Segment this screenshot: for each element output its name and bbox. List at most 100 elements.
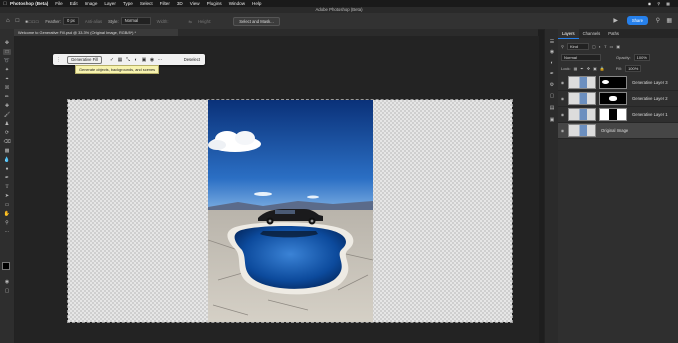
marquee-tool-icon[interactable]: □	[3, 49, 11, 55]
layer-row-generative-2[interactable]: ◉ Generative Layer 2	[558, 91, 678, 107]
crop-tool-icon[interactable]: ⌖	[3, 76, 11, 82]
zoom-tool-icon[interactable]: ⚲	[3, 220, 11, 226]
menu-view[interactable]: View	[190, 1, 200, 6]
quick-mask-icon[interactable]: ◉	[3, 279, 11, 285]
generative-fill-button[interactable]: Generative Fill	[67, 55, 102, 64]
filter-pixel-icon[interactable]: ▢	[592, 44, 596, 49]
create-mask-icon[interactable]: ▣	[140, 57, 148, 63]
healing-brush-tool-icon[interactable]: ✚	[3, 103, 11, 109]
menu-type[interactable]: Type	[123, 1, 133, 6]
clone-stamp-tool-icon[interactable]: ♟	[3, 121, 11, 127]
lock-all-icon[interactable]: 🔒	[600, 66, 605, 71]
dodge-tool-icon[interactable]: ●	[3, 166, 11, 172]
select-subject-icon[interactable]: ▦	[116, 57, 124, 63]
fill-input[interactable]: 100%	[625, 65, 642, 72]
menu-window[interactable]: Window	[229, 1, 245, 6]
layer-row-generative-1[interactable]: ◉ Generative Layer 1	[558, 107, 678, 123]
navigator-panel-icon[interactable]: ▣	[548, 117, 556, 124]
lock-artboard-icon[interactable]: ▣	[593, 66, 597, 71]
lock-image-icon[interactable]: ✒	[580, 66, 583, 71]
blend-mode-select[interactable]: Normal	[561, 54, 601, 61]
rectangle-tool-icon[interactable]: ▭	[3, 202, 11, 208]
menu-help[interactable]: Help	[252, 1, 261, 6]
more-options-icon[interactable]: ⋯	[156, 57, 164, 63]
invert-selection-icon[interactable]: ◐	[132, 57, 140, 63]
apple-icon[interactable]: 	[0, 1, 10, 7]
move-tool-icon[interactable]: ✥	[3, 40, 11, 46]
opacity-input[interactable]: 100%	[633, 54, 650, 61]
tab-paths[interactable]: Paths	[604, 29, 623, 38]
tab-channels[interactable]: Channels	[579, 29, 605, 38]
frame-tool-icon[interactable]: ☒	[3, 85, 11, 91]
menu-layer[interactable]: Layer	[104, 1, 116, 6]
style-select[interactable]: Normal	[120, 17, 151, 25]
share-button[interactable]: Share	[626, 16, 648, 25]
history-panel-icon[interactable]: ☰	[548, 39, 556, 46]
filter-smart-object-icon[interactable]: ▣	[616, 44, 620, 49]
brush-settings-icon[interactable]: ✒	[548, 71, 556, 78]
path-selection-tool-icon[interactable]: ➤	[3, 193, 11, 199]
transform-selection-icon[interactable]: ⤡	[124, 57, 132, 63]
foreground-color-swatch[interactable]	[2, 262, 10, 270]
layer-mask-thumbnail[interactable]	[599, 92, 627, 105]
fill-selection-icon[interactable]: ◉	[148, 57, 156, 63]
blur-tool-icon[interactable]: 💧	[3, 157, 11, 163]
history-brush-tool-icon[interactable]: ⟳	[3, 130, 11, 136]
menu-file[interactable]: File	[55, 1, 62, 6]
drag-handle-icon[interactable]: ⋮	[56, 57, 61, 63]
lock-transparent-icon[interactable]: ▦	[574, 66, 578, 71]
kind-filter-select[interactable]: Kind	[566, 43, 589, 50]
workspace-icon[interactable]: ▦	[666, 17, 672, 24]
menu-image[interactable]: Image	[85, 1, 98, 6]
layer-name[interactable]: Generative Layer 3	[632, 80, 668, 85]
marquee-preset-icon[interactable]: □	[16, 18, 20, 24]
eye-icon[interactable]: ◉	[558, 96, 567, 101]
adjustments-panel-icon[interactable]: ◐	[548, 60, 556, 67]
color-panel-icon[interactable]: ◉	[548, 49, 556, 56]
modify-selection-icon[interactable]: ✓	[108, 57, 116, 63]
search-icon[interactable]: ⚲	[657, 1, 660, 6]
properties-panel-icon[interactable]: ⚙	[548, 82, 556, 89]
filter-type-icon[interactable]: T	[604, 44, 606, 49]
search-tool-icon[interactable]: ⚲	[656, 17, 660, 24]
deselect-button[interactable]: Deselect	[184, 57, 200, 62]
screen-mode-icon[interactable]: ▢	[3, 288, 11, 294]
lasso-tool-icon[interactable]: ➰	[3, 58, 11, 64]
menu-edit[interactable]: Edit	[70, 1, 78, 6]
lock-position-icon[interactable]: ✥	[587, 66, 590, 71]
home-icon[interactable]: ⌂	[6, 18, 10, 24]
brush-tool-icon[interactable]: 🖌	[3, 112, 11, 118]
eraser-tool-icon[interactable]: ⌫	[3, 139, 11, 145]
select-and-mask-button[interactable]: Select and Mask...	[233, 16, 280, 26]
layer-mask-thumbnail[interactable]	[599, 76, 627, 89]
feather-input[interactable]: 0 px	[62, 17, 79, 25]
tab-layers[interactable]: Layers	[558, 28, 579, 39]
character-panel-icon[interactable]: ▤	[548, 105, 556, 112]
layer-name[interactable]: Generative Layer 2	[632, 96, 668, 101]
more-tools-icon[interactable]: ⋯	[3, 229, 11, 235]
menu-app[interactable]: Photoshop (Beta)	[10, 1, 48, 6]
swap-icon[interactable]: ⇆	[189, 19, 193, 24]
eye-icon[interactable]: ◉	[558, 80, 567, 85]
pen-tool-icon[interactable]: ✒	[3, 175, 11, 181]
eye-icon[interactable]: ◉	[558, 112, 567, 117]
layer-name[interactable]: Generative Layer 1	[632, 112, 668, 117]
eye-icon[interactable]: ◉	[558, 128, 567, 133]
filter-shape-icon[interactable]: ▭	[610, 44, 614, 49]
layer-mask-thumbnail[interactable]	[599, 108, 627, 121]
notifications-icon[interactable]: ▶	[613, 17, 618, 24]
gradient-tool-icon[interactable]: ▩	[3, 148, 11, 154]
libraries-panel-icon[interactable]: ▢	[548, 93, 556, 100]
document-tab[interactable]: Welcome to Generative Fill.psd @ 33.3% (…	[14, 29, 178, 36]
control-center-icon[interactable]: ▦	[666, 1, 670, 6]
selection-mode-icons[interactable]: ■□□□	[25, 19, 39, 24]
object-select-tool-icon[interactable]: ✦	[3, 67, 11, 73]
layer-name[interactable]: Original Image	[601, 128, 628, 133]
wifi-icon[interactable]: ◉	[648, 1, 652, 6]
eyedropper-tool-icon[interactable]: ✏	[3, 94, 11, 100]
layer-row-original-image[interactable]: ◉ Original Image	[558, 123, 678, 139]
menu-select[interactable]: Select	[140, 1, 153, 6]
filter-adjustment-icon[interactable]: ◐	[599, 44, 601, 49]
type-tool-icon[interactable]: T	[3, 184, 11, 190]
hand-tool-icon[interactable]: ✋	[3, 211, 11, 217]
